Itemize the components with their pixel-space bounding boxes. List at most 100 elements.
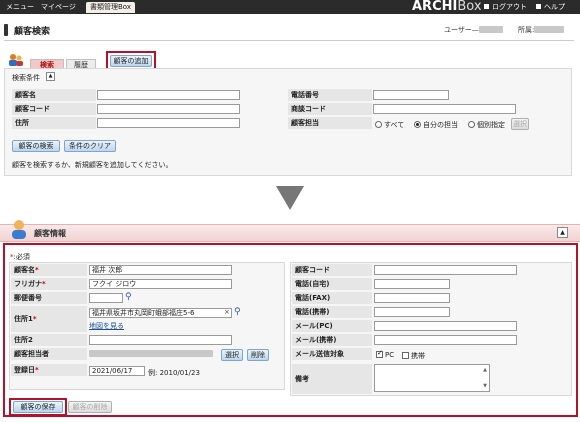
owner-select-button[interactable]: 選択 [511, 118, 529, 130]
dept-info: 所属: [518, 25, 565, 35]
collapse-info-icon[interactable]: ▲ [557, 227, 568, 238]
notes-textarea[interactable]: ▲ ▼ [374, 364, 490, 392]
user-name-redacted [478, 26, 503, 33]
add-customer-button[interactable]: 顧客の追加 [110, 55, 152, 67]
search-deal-code-input[interactable] [373, 104, 516, 114]
notes-scroll-down-icon[interactable]: ▼ [483, 382, 487, 390]
search-name-input[interactable] [97, 90, 240, 100]
label-address2: 住所2 [11, 334, 87, 346]
mail-pc-checkbox[interactable] [376, 349, 383, 358]
code-input[interactable] [374, 265, 517, 275]
radio-all[interactable] [375, 121, 382, 128]
clear-address-icon[interactable]: × [224, 308, 230, 316]
owner-person-delete-button[interactable]: 削除 [247, 349, 269, 361]
help-label: ヘルプ [544, 3, 565, 11]
page-title: 顧客検索 [14, 27, 51, 37]
owner-redacted-bar [89, 350, 213, 357]
logo-sub: Box [457, 0, 482, 14]
search-hint: 顧客を検索するか、新規顧客を追加してください。 [12, 161, 173, 169]
label-kana-text: フリガナ [14, 280, 42, 288]
zip-input[interactable] [89, 293, 123, 303]
registered-date-example: 例: 2010/01/23 [148, 369, 200, 377]
label-name: 顧客名* [11, 264, 87, 276]
label-kana: フリガナ* [11, 278, 87, 290]
label-mail-target: メール送信対象 [292, 348, 372, 360]
label-address1-text: 住所1 [14, 315, 33, 323]
required-note-mark: * [10, 253, 14, 261]
label-address1-required: * [32, 315, 37, 323]
label-phone-mobile: 電話(携帯) [292, 306, 372, 318]
name-input[interactable]: 福井 次郎 [89, 265, 232, 275]
search-conditions-label: 検索条件 [12, 74, 40, 82]
mail-target-mobile-label: 携帯 [411, 352, 425, 360]
address-search-icon[interactable]: ⚲ [234, 307, 241, 317]
label-name-required: * [35, 266, 39, 274]
customer-info-title: 顧客情報 [34, 229, 66, 238]
nav-mypage[interactable]: マイページ [37, 2, 80, 13]
required-note: *:必須 [10, 253, 30, 261]
logout-icon [484, 4, 489, 9]
phone-fax-input[interactable] [374, 293, 450, 303]
user-info: ユーザー— [444, 25, 503, 35]
header-divider [4, 40, 574, 41]
owner-option-all-label: すべて [384, 121, 405, 129]
owner-person-redacted [89, 350, 213, 358]
search-phone-input[interactable] [373, 90, 449, 100]
collapse-conditions-icon[interactable]: ▲ [46, 72, 55, 81]
customers-icon [8, 53, 24, 67]
help-icon [536, 4, 541, 9]
required-note-text: 必須 [15, 253, 30, 261]
search-customer-button[interactable]: 顧客の検索 [12, 140, 60, 152]
mail-target-mobile[interactable]: 携帯 [402, 351, 425, 361]
logout-link[interactable]: ログアウト [484, 2, 527, 12]
phone-mobile-input[interactable] [374, 307, 450, 317]
owner-option-mine[interactable]: 自分の担当 [414, 120, 458, 130]
label-address1: 住所1* [11, 306, 87, 332]
owner-option-all[interactable]: すべて [375, 120, 404, 130]
label-deal-code: 商談コード [288, 103, 372, 115]
owner-option-specific-label: 個別指定 [477, 121, 505, 129]
owner-person-select-button[interactable]: 選択 [221, 349, 243, 361]
mail-mobile-checkbox[interactable] [402, 352, 409, 359]
address2-input[interactable] [89, 335, 232, 345]
label-phone: 電話番号 [288, 89, 372, 101]
user-label: ユーザー [444, 26, 472, 34]
label-phone-fax: 電話(FAX) [292, 292, 372, 304]
label-name-text: 顧客名 [14, 266, 35, 274]
view-map-link[interactable]: 地図を見る [89, 321, 124, 331]
label-registered-required: * [35, 366, 39, 374]
help-link[interactable]: ヘルプ [536, 2, 565, 12]
delete-customer-button[interactable]: 顧客の削除 [68, 401, 112, 413]
logout-label: ログアウト [492, 3, 527, 11]
mail-mobile-input[interactable] [374, 335, 517, 345]
clear-conditions-button[interactable]: 条件のクリア [64, 140, 116, 152]
search-code-input[interactable] [97, 104, 240, 114]
logo-main: ARCHI [412, 0, 458, 14]
label-customer-code: 顧客コード [12, 103, 96, 115]
nav-menu[interactable]: メニュー [2, 2, 38, 13]
address1-input[interactable]: 福井県坂井市丸岡町蛾部福庄5-6 [89, 308, 232, 318]
owner-option-specific[interactable]: 個別指定 [468, 120, 505, 130]
label-owner-person: 顧客担当者 [11, 348, 87, 360]
customer-info-header [0, 224, 580, 242]
registered-date-input[interactable]: 2021/06/17 [89, 366, 145, 376]
search-address-input[interactable] [97, 118, 240, 128]
label-customer-name: 顧客名 [12, 89, 96, 101]
nav-document-box[interactable]: 書類管理Box [86, 2, 136, 13]
mail-target-pc-label: PC [385, 351, 395, 359]
mail-target-pc[interactable]: PC [376, 349, 395, 359]
notes-scroll-up-icon[interactable]: ▲ [483, 366, 487, 374]
label-mail-pc: メール(PC) [292, 320, 372, 332]
save-customer-button[interactable]: 顧客の保存 [13, 401, 63, 413]
kana-input[interactable]: フクイ ジロウ [89, 279, 232, 289]
dept-name-redacted [534, 26, 565, 33]
archibox-logo: ARCHIBox [412, 0, 482, 14]
phone-home-input[interactable] [374, 279, 450, 289]
radio-specific[interactable] [468, 121, 475, 128]
mail-pc-input[interactable] [374, 321, 517, 331]
label-notes: 備考 [292, 364, 372, 394]
zip-search-icon[interactable]: ⚲ [125, 292, 132, 302]
label-kana-required: * [42, 280, 46, 288]
dept-label: 所属 [518, 26, 532, 34]
radio-mine[interactable] [414, 121, 421, 128]
